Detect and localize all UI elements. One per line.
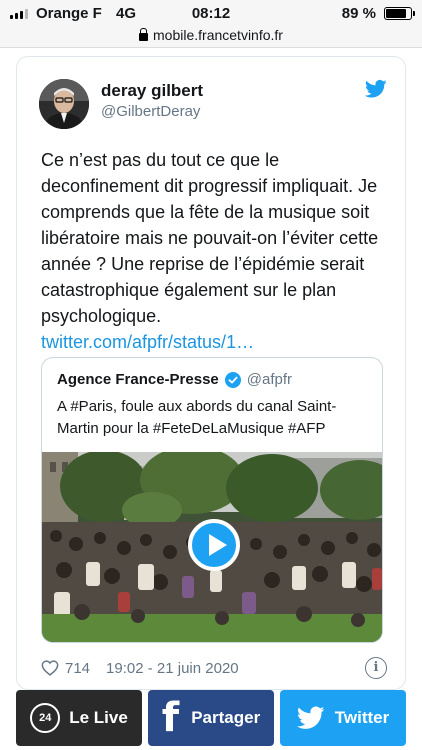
twitter-bird-icon[interactable] [365, 79, 387, 99]
tweet-text: Ce n’est pas du tout ce que le deconfine… [41, 147, 391, 355]
live-button[interactable]: 24 Le Live [16, 690, 142, 746]
heart-icon[interactable] [41, 660, 59, 676]
video-thumbnail[interactable] [42, 452, 382, 642]
author-name[interactable]: deray gilbert [101, 81, 203, 101]
twitter-share-button[interactable]: Twitter [280, 690, 406, 746]
like-count[interactable]: 714 [65, 660, 90, 677]
battery-level [386, 9, 407, 18]
live-label: Le Live [69, 708, 128, 727]
url-bar[interactable]: mobile.francetvinfo.fr [0, 26, 422, 48]
quoted-author-name[interactable]: Agence France-Presse [57, 371, 219, 388]
tweet-footer: 714 19:02 - 21 juin 2020 i [41, 657, 387, 679]
battery-icon [384, 7, 415, 20]
share-button[interactable]: f Partager [148, 690, 274, 746]
info-icon[interactable]: i [365, 657, 387, 679]
twitter-label: Twitter [334, 708, 390, 727]
quoted-header: Agence France-Presse @afpfr [57, 371, 292, 388]
twitter-icon [296, 706, 325, 729]
quoted-tweet[interactable]: Agence France-Presse @afpfr A #Paris, fo… [41, 357, 383, 643]
embedded-tweet[interactable]: deray gilbert @GilbertDeray Ce n’est pas… [16, 56, 406, 690]
author-handle[interactable]: @GilbertDeray [101, 103, 200, 120]
facebook-icon: f [161, 695, 180, 741]
live-24-icon: 24 [30, 703, 61, 733]
lock-icon [139, 28, 149, 41]
status-bar: Orange F 4G 08:12 89 % [0, 0, 422, 26]
tweet-body: Ce n’est pas du tout ce que le deconfine… [41, 150, 379, 326]
url-text: mobile.francetvinfo.fr [153, 27, 283, 43]
share-label: Partager [191, 708, 261, 727]
tweet-timestamp[interactable]: 19:02 - 21 juin 2020 [106, 660, 239, 677]
quoted-text: A #Paris, foule aux abords du canal Sain… [57, 398, 337, 437]
bottom-action-bar: 24 Le Live f Partager Twitter [0, 690, 422, 750]
quoted-author-handle[interactable]: @afpfr [247, 371, 292, 388]
tweet-link[interactable]: twitter.com/afpfr/status/1… [41, 329, 391, 355]
avatar[interactable] [39, 79, 89, 129]
battery-percent: 89 % [341, 5, 376, 22]
verified-icon [224, 371, 241, 388]
play-icon[interactable] [188, 519, 240, 571]
